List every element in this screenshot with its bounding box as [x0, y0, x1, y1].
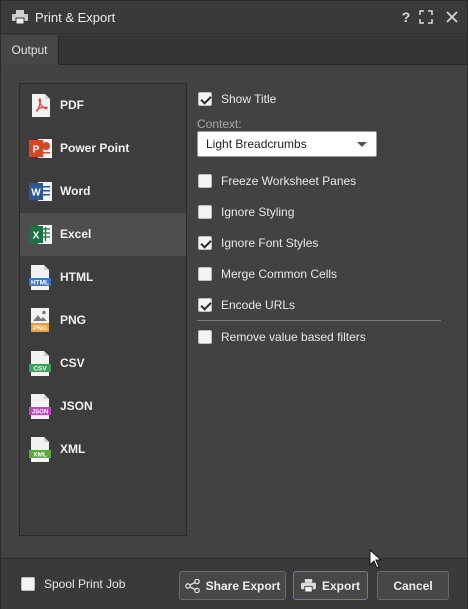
chevron-down-icon: [357, 142, 367, 147]
title-bar: Print & Export ?: [1, 1, 467, 34]
ignore-font-styles-checkbox[interactable]: [198, 236, 212, 250]
remove-filters-checkbox[interactable]: [198, 330, 212, 344]
svg-text:JSON: JSON: [32, 410, 48, 416]
print-export-dialog: Print & Export ? Output PDF P Power Poin…: [0, 0, 468, 609]
format-label: Word: [60, 184, 91, 198]
svg-text:P: P: [33, 145, 40, 156]
cancel-label: Cancel: [393, 578, 433, 593]
context-select[interactable]: Light Breadcrumbs: [197, 131, 377, 157]
pdf-icon: [32, 94, 50, 117]
freeze-panes-checkbox[interactable]: [198, 174, 212, 188]
remove-filters-label: Remove value based filters: [221, 330, 366, 344]
merge-cells-label: Merge Common Cells: [221, 267, 338, 281]
share-icon: [184, 578, 200, 593]
format-label: JSON: [60, 399, 93, 413]
svg-text:PNG: PNG: [33, 325, 47, 332]
printer-icon: [301, 579, 316, 592]
cancel-button[interactable]: Cancel: [377, 571, 449, 600]
options-panel: Show Title Context: Light Breadcrumbs Fr…: [197, 65, 457, 558]
close-icon[interactable]: [443, 8, 461, 26]
format-label: Power Point: [60, 141, 130, 155]
main-panel: PDF P Power Point W Word X Excel HTML HT…: [1, 65, 467, 558]
share-export-label: Share Export: [205, 578, 281, 593]
show-title-checkbox[interactable]: [198, 92, 212, 106]
divider: [197, 320, 441, 321]
html-icon: HTML: [29, 265, 51, 290]
encode-urls-label: Encode URLs: [221, 298, 296, 312]
format-item-word[interactable]: W Word: [20, 170, 186, 213]
format-item-json[interactable]: JSON JSON: [20, 385, 186, 428]
format-item-pdf[interactable]: PDF: [20, 84, 186, 127]
spool-print-job-label: Spool Print Job: [44, 577, 126, 591]
tab-output[interactable]: Output: [1, 35, 59, 65]
png-icon: PNG: [31, 308, 49, 332]
format-item-csv[interactable]: CSV CSV: [20, 342, 186, 385]
export-button[interactable]: Export: [293, 571, 368, 600]
powerpoint-icon: P: [29, 139, 52, 158]
maximize-icon[interactable]: [417, 8, 435, 26]
mouse-cursor-icon: [369, 549, 383, 569]
format-label: PDF: [60, 98, 84, 112]
format-item-png[interactable]: PNG PNG: [20, 299, 186, 342]
svg-text:HTML: HTML: [31, 280, 49, 287]
ignore-font-styles-label: Ignore Font Styles: [221, 236, 319, 250]
format-label: Excel: [60, 227, 92, 241]
csv-icon: CSV: [29, 351, 51, 376]
svg-text:X: X: [33, 231, 40, 242]
ignore-styling-label: Ignore Styling: [221, 205, 295, 219]
merge-cells-checkbox[interactable]: [198, 267, 212, 281]
format-label: HTML: [60, 270, 94, 284]
footer-bar: Spool Print Job Share Export Export Canc…: [1, 558, 467, 609]
excel-icon: X: [29, 225, 52, 244]
dialog-title: Print & Export: [35, 10, 116, 25]
format-list: PDF P Power Point W Word X Excel HTML HT…: [19, 83, 187, 536]
format-item-powerpoint[interactable]: P Power Point: [20, 127, 186, 170]
format-label: PNG: [60, 313, 87, 327]
ignore-styling-checkbox[interactable]: [198, 205, 212, 219]
export-label: Export: [321, 578, 360, 593]
context-label: Context:: [197, 117, 242, 131]
json-icon: JSON: [29, 394, 51, 419]
format-item-excel[interactable]: X Excel: [20, 213, 186, 256]
freeze-panes-label: Freeze Worksheet Panes: [221, 174, 357, 188]
show-title-label: Show Title: [221, 92, 277, 106]
svg-text:XML: XML: [33, 452, 47, 459]
svg-text:CSV: CSV: [33, 366, 47, 373]
share-export-button[interactable]: Share Export: [179, 571, 286, 600]
format-item-xml[interactable]: XML XML: [20, 428, 186, 471]
context-value: Light Breadcrumbs: [206, 137, 307, 151]
format-label: CSV: [60, 356, 85, 370]
tab-bar: Output: [1, 35, 467, 65]
help-icon[interactable]: ?: [397, 8, 415, 26]
format-item-html[interactable]: HTML HTML: [20, 256, 186, 299]
spool-print-job-checkbox[interactable]: [21, 577, 35, 591]
xml-icon: XML: [29, 437, 51, 462]
word-icon: W: [29, 182, 52, 201]
format-label: XML: [60, 442, 86, 456]
printer-icon: [12, 10, 28, 24]
encode-urls-checkbox[interactable]: [198, 298, 212, 312]
svg-text:W: W: [31, 188, 41, 199]
